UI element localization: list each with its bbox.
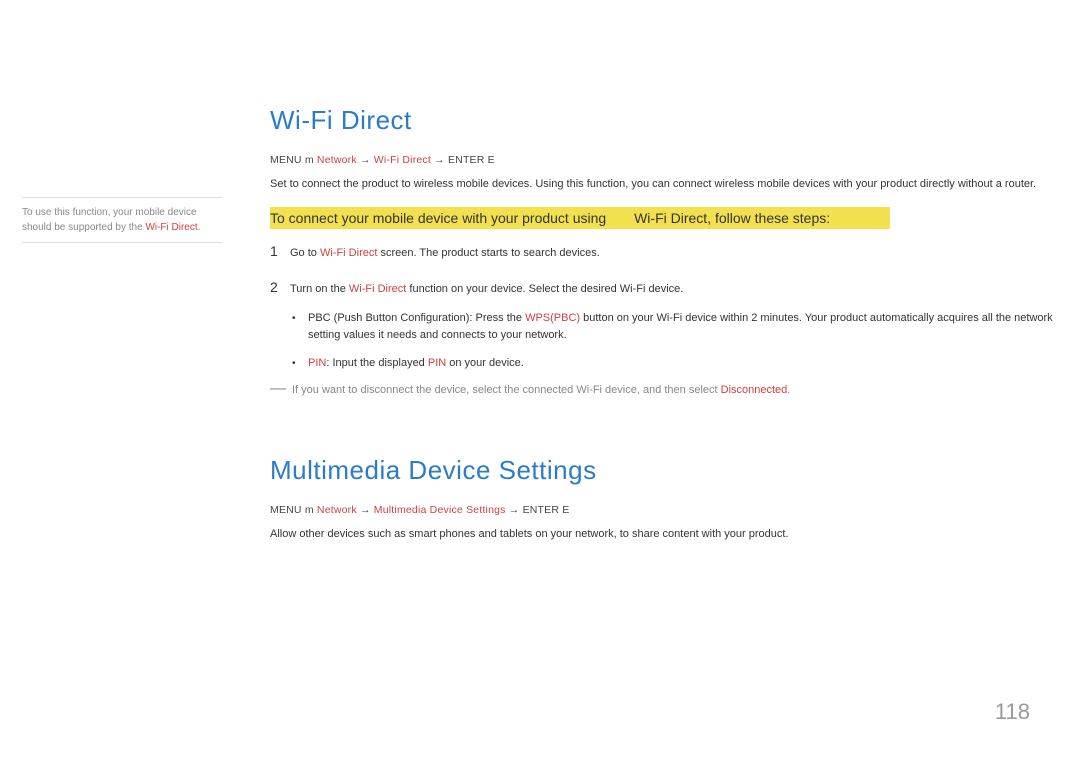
step-text-2: Turn on the Wi-Fi Direct function on you… [290,279,683,298]
step2-text1: Turn on the [290,283,349,295]
main-content: Wi-Fi Direct MENU m Network → Wi-Fi Dire… [270,105,1070,542]
menu-label: MENU [270,154,302,166]
menu-icon: m [305,154,314,166]
menu-path-multimedia: MENU m Network → Multimedia Device Setti… [270,504,1070,516]
step-1: 1 Go to Wi-Fi Direct screen. The product… [270,243,1070,262]
menu-network: Network [317,154,357,166]
menu-enter: ENTER [448,154,485,166]
multimedia-description: Allow other devices such as smart phones… [270,526,1070,543]
step-text-1: Go to Wi-Fi Direct screen. The product s… [290,243,600,262]
step-2: 2 Turn on the Wi-Fi Direct function on y… [270,279,1070,298]
menu-enter: ENTER [523,504,560,516]
menu-wifi-direct: Wi-Fi Direct [374,154,431,166]
menu-mds: Multimedia Device Settings [374,504,506,516]
disconnect-note: ― If you want to disconnect the device, … [270,382,1070,399]
step1-text2: screen. The product starts to search dev… [377,247,599,259]
menu-icon: m [305,504,314,516]
steps-list: 1 Go to Wi-Fi Direct screen. The product… [270,243,1070,298]
menu-network: Network [317,504,357,516]
note-text2: . [787,384,790,396]
step-number-2: 2 [270,279,290,295]
sub-bullet-pbc: • PBC (Push Button Configuration): Press… [292,310,1070,345]
step1-text1: Go to [290,247,320,259]
bullet-mark: • [292,310,308,327]
wifi-description: Set to connect the product to wireless m… [270,176,1070,193]
sub-bullet-pin: • PIN: Input the displayed PIN on your d… [292,355,1070,373]
pin-red1: PIN [308,357,326,369]
step2-red: Wi-Fi Direct [349,283,406,295]
menu-path-wifi: MENU m Network → Wi-Fi Direct → ENTER E [270,154,1070,166]
sub-bullet-pin-text: PIN: Input the displayed PIN on your dev… [308,355,524,373]
step2-text2: function on your device. Select the desi… [406,283,683,295]
note-text1: If you want to disconnect the device, se… [292,384,721,396]
page-number: 118 [995,699,1030,725]
menu-label: MENU [270,504,302,516]
document-page: To use this function, your mobile device… [0,0,1080,763]
instruction-banner: To connect your mobile device with your … [270,207,890,229]
bullet-mark: • [292,355,308,372]
note-red: Disconnected [721,384,788,396]
menu-arrow2: → [431,154,448,166]
pin-text2: on your device. [446,357,524,369]
sub-bullet-pbc-text: PBC (Push Button Configuration): Press t… [308,310,1070,345]
pin-text1: : Input the displayed [326,357,428,369]
enter-icon: E [488,154,495,166]
note-text: If you want to disconnect the device, se… [292,382,790,399]
enter-icon: E [562,504,569,516]
banner-wifi: Wi-Fi Direct [634,210,707,226]
sidebar-note-text2: . [198,222,201,233]
banner-text1: To connect your mobile device with your … [270,210,610,226]
pbc-red: WPS(PBC) [525,312,580,324]
sub-bullets: • PBC (Push Button Configuration): Press… [292,310,1070,373]
menu-arrow1: → [357,154,374,166]
pin-red2: PIN [428,357,446,369]
step1-red: Wi-Fi Direct [320,247,377,259]
step-number-1: 1 [270,243,290,259]
pbc-text1: PBC (Push Button Configuration): Press t… [308,312,525,324]
heading-multimedia: Multimedia Device Settings [270,455,1070,486]
sidebar-note: To use this function, your mobile device… [22,197,222,243]
menu-arrow1: → [357,504,374,516]
sidebar-note-wifi: Wi-Fi Direct [145,222,197,233]
menu-arrow2: → [506,504,523,516]
banner-text2: , follow these steps: [707,210,830,226]
heading-wifi-direct: Wi-Fi Direct [270,105,1070,136]
note-dash: ― [270,382,292,399]
